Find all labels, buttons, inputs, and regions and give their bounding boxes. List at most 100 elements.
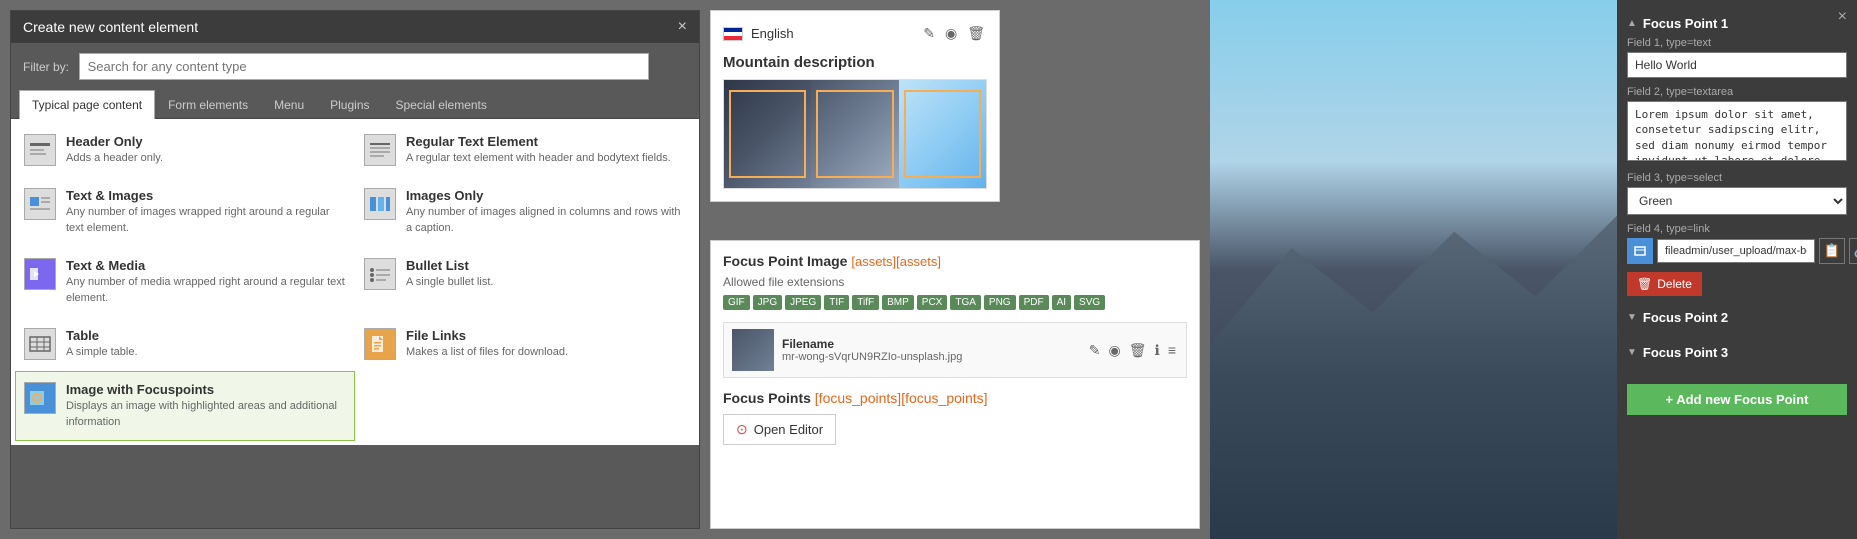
header-only-text: Header Only Adds a header only. bbox=[66, 134, 163, 166]
fp1-field4-input[interactable] bbox=[1657, 239, 1815, 263]
create-content-panel: Create new content element × Filter by: … bbox=[10, 10, 700, 529]
filter-input-wrap bbox=[79, 53, 649, 80]
fp1-link-clear-button[interactable]: 🔗 bbox=[1849, 238, 1857, 264]
fp1-field2-textarea[interactable]: Lorem ipsum dolor sit amet, consetetur s… bbox=[1627, 101, 1847, 161]
focus-point-1-label: Focus Point 1 bbox=[1643, 16, 1728, 31]
fp1-field1: Field 1, type=text bbox=[1627, 37, 1847, 78]
open-editor-button[interactable]: ⊙ Open Editor bbox=[723, 414, 836, 445]
ext-jpg: JPG bbox=[753, 295, 782, 310]
images-only-icon bbox=[364, 188, 396, 220]
header-only-icon bbox=[24, 134, 56, 166]
filter-row: Filter by: bbox=[11, 43, 699, 90]
right-panel-close-button[interactable]: × bbox=[1838, 8, 1847, 26]
add-focus-point-button[interactable]: + Add new Focus Point bbox=[1627, 384, 1847, 415]
focus-point-2-header[interactable]: ▼ Focus Point 2 bbox=[1627, 304, 1847, 331]
fp1-field1-label: Field 1, type=text bbox=[1627, 37, 1847, 49]
focus-point-image-panel: Focus Point Image [assets][assets] Allow… bbox=[710, 240, 1200, 529]
file-info: Filename mr-wong-sVqrUN9RZIo-unsplash.jp… bbox=[782, 337, 1079, 363]
text-media-icon bbox=[24, 258, 56, 290]
focus-points-right-panel: × ▲ Focus Point 1 Field 1, type=text Fie… bbox=[1617, 0, 1857, 539]
content-items-grid: Header Only Adds a header only. Regular … bbox=[11, 119, 699, 445]
content-item-image-focuspoints[interactable]: Image with Focuspoints Displays an image… bbox=[15, 371, 355, 441]
images-only-text: Images Only Any number of images aligned… bbox=[406, 188, 686, 236]
tab-form-elements[interactable]: Form elements bbox=[155, 90, 261, 119]
ext-svg: SVG bbox=[1074, 295, 1105, 310]
focus-points-badge: [focus_points] bbox=[815, 390, 901, 406]
ext-pdf: PDF bbox=[1019, 295, 1049, 310]
filter-label: Filter by: bbox=[23, 60, 69, 74]
background-mountain-image bbox=[1210, 0, 1617, 539]
focus-point-3-section: ▼ Focus Point 3 bbox=[1627, 339, 1847, 366]
text-images-text: Text & Images Any number of images wrapp… bbox=[66, 188, 346, 236]
regular-text-text: Regular Text Element A regular text elem… bbox=[406, 134, 671, 166]
focus-box-1 bbox=[729, 90, 806, 178]
fp1-field3-label: Field 3, type=select bbox=[1627, 172, 1847, 184]
ext-pcx: PCX bbox=[917, 295, 948, 310]
content-item-header-only[interactable]: Header Only Adds a header only. bbox=[15, 123, 355, 177]
ext-gif: GIF bbox=[723, 295, 750, 310]
file-row: Filename mr-wong-sVqrUN9RZIo-unsplash.jp… bbox=[723, 322, 1187, 378]
focus-point-1-section: ▲ Focus Point 1 Field 1, type=text Field… bbox=[1627, 10, 1847, 296]
focus-box-3 bbox=[904, 90, 981, 178]
bullet-list-text: Bullet List A single bullet list. bbox=[406, 258, 493, 290]
file-delete-button[interactable]: 🗑 bbox=[1127, 340, 1149, 361]
file-edit-button[interactable]: ✎ bbox=[1087, 340, 1103, 361]
allowed-ext-label: Allowed file extensions bbox=[723, 275, 1187, 289]
focus-point-3-header[interactable]: ▼ Focus Point 3 bbox=[1627, 339, 1847, 366]
fp1-field1-input[interactable] bbox=[1627, 52, 1847, 78]
content-item-bullet-list[interactable]: Bullet List A single bullet list. bbox=[355, 247, 695, 317]
fp1-field2: Field 2, type=textarea Lorem ipsum dolor… bbox=[1627, 86, 1847, 164]
fp1-field3: Field 3, type=select Green Red Blue bbox=[1627, 172, 1847, 215]
file-name: Filename bbox=[782, 337, 1079, 351]
panel-close-button[interactable]: × bbox=[678, 19, 687, 35]
content-item-images-only[interactable]: Images Only Any number of images aligned… bbox=[355, 177, 695, 247]
tab-menu[interactable]: Menu bbox=[261, 90, 317, 119]
content-item-text-images[interactable]: Text & Images Any number of images wrapp… bbox=[15, 177, 355, 247]
focus-point-image-title-text: Focus Point Image bbox=[723, 253, 847, 269]
table-icon bbox=[24, 328, 56, 360]
open-editor-icon: ⊙ bbox=[736, 421, 748, 438]
delete-label: Delete bbox=[1657, 277, 1692, 291]
fp1-field4: Field 4, type=link 📋 🔗 bbox=[1627, 223, 1847, 264]
focus-point-3-label: Focus Point 3 bbox=[1643, 345, 1728, 360]
focus-points-badge2: [focus_points] bbox=[901, 390, 987, 406]
fp1-delete-button[interactable]: 🗑 Delete bbox=[1627, 272, 1702, 296]
content-item-file-links[interactable]: File Links Makes a list of files for dow… bbox=[355, 317, 695, 371]
tab-typical-page-content[interactable]: Typical page content bbox=[19, 90, 155, 119]
content-item-text-media[interactable]: Text & Media Any number of media wrapped… bbox=[15, 247, 355, 317]
file-thumbnail bbox=[732, 329, 774, 371]
file-path: mr-wong-sVqrUN9RZIo-unsplash.jpg bbox=[782, 351, 1079, 363]
file-menu-button[interactable]: ≡ bbox=[1166, 340, 1178, 361]
visibility-button[interactable]: ◉ bbox=[943, 23, 959, 44]
fp1-field3-select[interactable]: Green Red Blue bbox=[1627, 187, 1847, 215]
ext-tga: TGA bbox=[950, 295, 981, 310]
fp1-field4-row: 📋 🔗 bbox=[1627, 238, 1847, 264]
file-info-button[interactable]: ℹ bbox=[1153, 340, 1162, 361]
mountain-panel-header: English ✎ ◉ 🗑 bbox=[723, 23, 987, 44]
ext-tif: TIF bbox=[824, 295, 849, 310]
ext-tiff: TifF bbox=[852, 295, 879, 310]
focus-point-image-badge: [assets] bbox=[851, 254, 896, 269]
focus-box-2 bbox=[816, 90, 893, 178]
language-label: English bbox=[751, 26, 913, 41]
file-actions: ✎ ◉ 🗑 ℹ ≡ bbox=[1087, 340, 1178, 361]
image-focuspoints-text: Image with Focuspoints Displays an image… bbox=[66, 382, 346, 430]
focus-point-1-chevron: ▲ bbox=[1627, 18, 1637, 29]
fp1-link-browse-button[interactable]: 📋 bbox=[1819, 238, 1845, 264]
regular-text-icon bbox=[364, 134, 396, 166]
image-segment-3 bbox=[899, 80, 986, 188]
tabs-row: Typical page content Form elements Menu … bbox=[11, 90, 699, 119]
edit-button[interactable]: ✎ bbox=[921, 23, 937, 44]
focus-point-1-header[interactable]: ▲ Focus Point 1 bbox=[1627, 10, 1847, 37]
mountain-image-strip bbox=[723, 79, 987, 189]
search-input[interactable] bbox=[79, 53, 649, 80]
file-hide-button[interactable]: ◉ bbox=[1107, 340, 1123, 361]
tab-plugins[interactable]: Plugins bbox=[317, 90, 382, 119]
header-actions: ✎ ◉ 🗑 bbox=[921, 23, 987, 44]
panel-header: Create new content element × bbox=[11, 11, 699, 43]
content-item-regular-text[interactable]: Regular Text Element A regular text elem… bbox=[355, 123, 695, 177]
delete-panel-button[interactable]: 🗑 bbox=[965, 23, 987, 44]
content-item-table[interactable]: Table A simple table. bbox=[15, 317, 355, 371]
focus-points-title-text: Focus Points bbox=[723, 390, 811, 406]
tab-special-elements[interactable]: Special elements bbox=[383, 90, 500, 119]
